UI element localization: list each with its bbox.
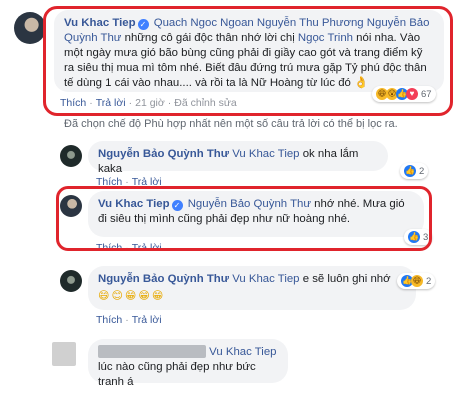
- comment-bubble: Nguyễn Bảo Quỳnh Thư Vu Khac Tiep ok nha…: [88, 141, 388, 175]
- comment-actions: Thích · Trả lời · 21 giờ · Đã chỉnh sửa: [60, 97, 237, 109]
- reply-link[interactable]: Trả lời: [132, 176, 162, 188]
- haha-icon: 😆: [411, 275, 423, 287]
- reply-link[interactable]: Trả lời: [96, 97, 126, 109]
- comment-bubble: Vu Khac Tiep ✓ Nguyễn Bảo Quỳnh Thư nhớ n…: [88, 191, 424, 237]
- reply-link[interactable]: Trả lời: [132, 242, 162, 254]
- like-link[interactable]: Thích: [96, 314, 122, 326]
- verified-badge-icon: ✓: [171, 200, 183, 211]
- reaction-count: 2: [426, 275, 432, 287]
- like-link[interactable]: Thích: [96, 176, 122, 188]
- comment-text: e sẽ luôn ghi nhớ: [302, 273, 391, 285]
- reaction-summary[interactable]: 👍 😆 2: [397, 273, 436, 289]
- reply-link[interactable]: Trả lời: [132, 314, 162, 326]
- like-icon: 👍: [404, 165, 416, 177]
- comment-bubble: Vu Khac Tiep ✓ Quach Ngoc Ngoan Nguyễn Th…: [54, 10, 444, 92]
- filter-notice: Đã chọn chế độ Phù hợp nhất nên một số c…: [64, 118, 398, 130]
- comment-actions: Thích · Trả lời: [96, 314, 162, 326]
- emoji-row: 😄😊😁😁😁: [98, 290, 166, 302]
- reaction-count: 67: [421, 88, 432, 100]
- ok-hand-emoji-icon: 👌: [354, 77, 369, 89]
- reaction-count: 2: [419, 165, 425, 177]
- edited-label[interactable]: Đã chỉnh sửa: [174, 97, 236, 109]
- avatar[interactable]: [52, 342, 76, 366]
- comment-bubble: Vu Khac Tiep lúc nào cũng phải đẹp như b…: [88, 339, 288, 388]
- reaction-summary[interactable]: 😆 😮 👍 ♥ 67: [372, 86, 436, 102]
- comment-author[interactable]: Nguyễn Bảo Quỳnh Thư: [98, 148, 229, 160]
- redacted-author: [98, 345, 206, 359]
- reaction-summary[interactable]: 👍 3: [404, 229, 433, 245]
- avatar[interactable]: [60, 195, 82, 217]
- comment-author[interactable]: Vu Khac Tiep: [98, 198, 170, 210]
- like-link[interactable]: Thích: [60, 97, 86, 109]
- tagged-user[interactable]: Vu Khac Tiep: [232, 273, 299, 285]
- comment-text: lúc nào cũng phải đẹp như bức tranh á: [98, 361, 256, 388]
- comment-author[interactable]: Nguyễn Bảo Quỳnh Thư: [98, 273, 229, 285]
- tagged-user[interactable]: Nguyễn Bảo Quỳnh Thư: [188, 198, 311, 210]
- verified-badge-icon: ✓: [137, 19, 149, 30]
- reaction-count: 3: [423, 231, 429, 243]
- timestamp[interactable]: 21 giờ: [135, 97, 165, 109]
- avatar[interactable]: [60, 270, 82, 292]
- love-icon: ♥: [406, 88, 418, 100]
- like-icon: 👍: [408, 231, 420, 243]
- tagged-user[interactable]: Vu Khac Tiep: [232, 148, 299, 160]
- like-link[interactable]: Thích: [96, 242, 122, 254]
- avatar[interactable]: [60, 145, 82, 167]
- tagged-user[interactable]: Ngọc Trinh: [298, 32, 353, 44]
- comment-author[interactable]: Vu Khac Tiep: [64, 17, 136, 29]
- comment-actions: Thích · Trả lời: [96, 242, 162, 254]
- comment-bubble: Nguyễn Bảo Quỳnh Thư Vu Khac Tiep e sẽ l…: [88, 266, 416, 310]
- comment-actions: Thích · Trả lời: [96, 176, 162, 188]
- avatar[interactable]: [14, 12, 46, 44]
- reaction-summary[interactable]: 👍 2: [400, 163, 429, 179]
- tagged-user[interactable]: Vu Khac Tiep: [209, 346, 276, 358]
- comment-text: những cô gái độc thân nhớ lời chị: [124, 32, 295, 44]
